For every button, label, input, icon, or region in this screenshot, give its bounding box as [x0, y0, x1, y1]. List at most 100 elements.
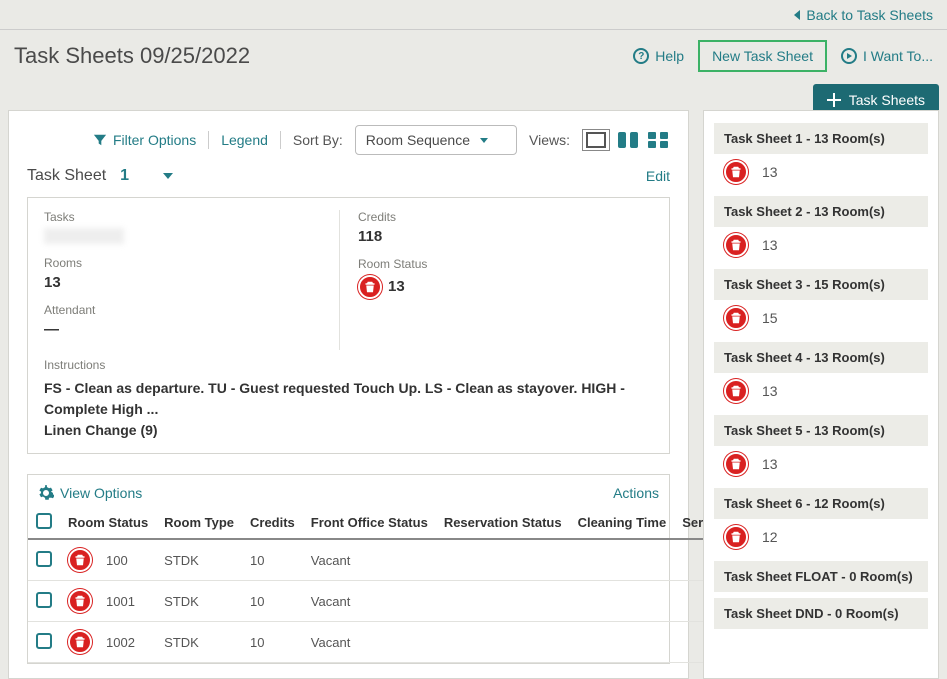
sidebar-task-sheet-item[interactable]: Task Sheet 1 - 13 Room(s) 13: [714, 123, 928, 190]
chevron-down-icon[interactable]: [163, 173, 173, 179]
sidebar-item-title: Task Sheet DND - 0 Room(s): [714, 598, 928, 629]
new-task-sheet-button[interactable]: New Task Sheet: [698, 40, 827, 72]
rooms-label: Rooms: [44, 256, 339, 270]
col-front-office[interactable]: Front Office Status: [303, 507, 436, 539]
sidebar-item-title: Task Sheet FLOAT - 0 Room(s): [714, 561, 928, 592]
back-link-label: Back to Task Sheets: [806, 7, 933, 23]
view-options-link[interactable]: View Options: [38, 485, 142, 501]
col-room-status[interactable]: Room Status: [60, 507, 156, 539]
row-checkbox[interactable]: [36, 633, 52, 649]
credits-cell: 10: [242, 581, 303, 622]
sidebar-task-sheet-item[interactable]: Task Sheet 3 - 15 Room(s) 15: [714, 269, 928, 336]
i-want-to-label: I Want To...: [863, 48, 933, 64]
dirty-icon: [68, 589, 92, 613]
dirty-icon: [724, 379, 748, 403]
room-number: 100: [106, 553, 128, 568]
instructions-line: FS - Clean as departure. TU - Guest requ…: [44, 378, 653, 420]
reservation-cell: [436, 539, 570, 581]
gear-icon: [38, 485, 54, 501]
sidebar-item-title: Task Sheet 4 - 13 Room(s): [714, 342, 928, 373]
task-sheets-sidebar: Task Sheet 1 - 13 Room(s)13Task Sheet 2 …: [703, 110, 939, 679]
sidebar-item-title: Task Sheet 3 - 15 Room(s): [714, 269, 928, 300]
task-sheets-button-label: Task Sheets: [849, 92, 925, 108]
dirty-icon: [724, 160, 748, 184]
new-task-sheet-label: New Task Sheet: [712, 48, 813, 64]
edit-link[interactable]: Edit: [646, 168, 670, 184]
sidebar-task-sheet-item[interactable]: Task Sheet 5 - 13 Room(s) 13: [714, 415, 928, 482]
sidebar-item-count: 13: [762, 237, 778, 253]
view-split-icon: [618, 132, 638, 148]
legend-label: Legend: [221, 132, 268, 148]
dirty-icon: [68, 548, 92, 572]
summary-box: Tasks Rooms 13 Attendant — Credits 118 R…: [27, 197, 670, 454]
back-link[interactable]: Back to Task Sheets: [794, 7, 933, 23]
view-single-button[interactable]: [582, 129, 610, 151]
select-all-checkbox[interactable]: [36, 513, 52, 529]
cleaning-cell: [570, 622, 675, 663]
sidebar-item-count: 12: [762, 529, 778, 545]
sort-by-label: Sort By:: [293, 132, 343, 148]
actions-link[interactable]: Actions: [613, 485, 659, 501]
rooms-table: Room Status Room Type Credits Front Offi…: [28, 507, 711, 663]
sidebar-task-sheet-item[interactable]: Task Sheet FLOAT - 0 Room(s): [714, 561, 928, 592]
view-grid-button[interactable]: [646, 129, 670, 151]
dirty-icon: [724, 233, 748, 257]
move-icon: [827, 93, 841, 107]
instructions-label: Instructions: [44, 358, 653, 372]
filter-options-link[interactable]: Filter Options: [93, 132, 196, 148]
divider: [208, 131, 209, 149]
row-checkbox[interactable]: [36, 551, 52, 567]
sidebar-item-title: Task Sheet 1 - 13 Room(s): [714, 123, 928, 154]
room-type-cell: STDK: [156, 581, 242, 622]
page-title: Task Sheets 09/25/2022: [14, 43, 250, 69]
front-office-cell: Vacant: [303, 581, 436, 622]
filter-options-label: Filter Options: [113, 132, 196, 148]
i-want-to-link[interactable]: I Want To...: [841, 48, 933, 64]
sidebar-task-sheet-item[interactable]: Task Sheet DND - 0 Room(s): [714, 598, 928, 629]
chevron-left-icon: [794, 10, 800, 20]
sidebar-item-count: 15: [762, 310, 778, 326]
sidebar-task-sheet-item[interactable]: Task Sheet 2 - 13 Room(s)13: [714, 196, 928, 263]
divider: [280, 131, 281, 149]
help-link[interactable]: ? Help: [633, 48, 684, 64]
sidebar-item-count: 13: [762, 383, 778, 399]
room-number: 1002: [106, 635, 135, 650]
task-sheet-number[interactable]: 1: [120, 167, 129, 185]
room-type-cell: STDK: [156, 622, 242, 663]
cleaning-cell: [570, 581, 675, 622]
arrow-right-circle-icon: [841, 48, 857, 64]
col-cleaning[interactable]: Cleaning Time: [570, 507, 675, 539]
room-status-count: 13: [388, 278, 405, 295]
main-panel: Filter Options Legend Sort By: Room Sequ…: [8, 110, 689, 679]
sidebar-task-sheet-item[interactable]: Task Sheet 4 - 13 Room(s) 13: [714, 342, 928, 409]
reservation-cell: [436, 622, 570, 663]
table-row[interactable]: 1001STDK10Vacant: [28, 581, 711, 622]
sidebar-item-title: Task Sheet 5 - 13 Room(s): [714, 415, 928, 446]
sort-by-value: Room Sequence: [366, 132, 470, 148]
attendant-label: Attendant: [44, 303, 339, 317]
legend-link[interactable]: Legend: [221, 132, 268, 148]
table-row[interactable]: 1002STDK10Vacant: [28, 622, 711, 663]
attendant-value: —: [44, 321, 339, 338]
sidebar-item-count: 13: [762, 164, 778, 180]
instructions-line: Linen Change (9): [44, 420, 653, 441]
col-room-type[interactable]: Room Type: [156, 507, 242, 539]
view-split-button[interactable]: [616, 129, 640, 151]
sidebar-task-sheet-item[interactable]: Task Sheet 6 - 12 Room(s)12: [714, 488, 928, 555]
rooms-value: 13: [44, 274, 339, 291]
table-row[interactable]: 100STDK10Vacant: [28, 539, 711, 581]
help-label: Help: [655, 48, 684, 64]
view-single-icon: [586, 132, 606, 148]
col-credits[interactable]: Credits: [242, 507, 303, 539]
sort-by-select[interactable]: Room Sequence: [355, 125, 517, 155]
credits-cell: 10: [242, 622, 303, 663]
dirty-icon: [724, 306, 748, 330]
front-office-cell: Vacant: [303, 539, 436, 581]
view-grid-icon: [648, 132, 668, 148]
sidebar-item-count: 13: [762, 456, 778, 472]
task-sheet-label: Task Sheet: [27, 167, 106, 185]
room-status-label: Room Status: [358, 257, 653, 271]
room-type-cell: STDK: [156, 539, 242, 581]
row-checkbox[interactable]: [36, 592, 52, 608]
col-reservation[interactable]: Reservation Status: [436, 507, 570, 539]
